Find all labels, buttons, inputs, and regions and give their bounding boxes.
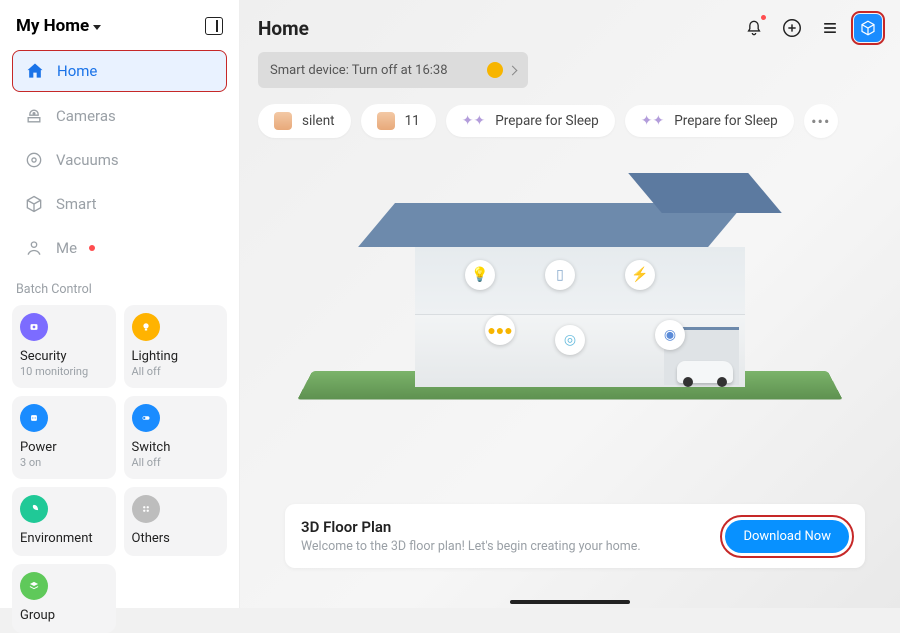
- bell-icon: [744, 18, 764, 38]
- floorplan-3d[interactable]: 💡 ▯ ⚡ ●●● ◎ ◉: [315, 175, 825, 405]
- cube-3d-icon: [859, 19, 877, 37]
- tap-icon: [274, 112, 292, 130]
- floorplan-subtitle: Welcome to the 3D floor plan! Let's begi…: [301, 539, 641, 554]
- page-title: Home: [258, 17, 309, 40]
- batch-card-switch[interactable]: Switch All off: [124, 396, 228, 479]
- nav-label: Me: [56, 239, 77, 257]
- device-car-sensor[interactable]: ◉: [655, 320, 685, 350]
- nav-label: Home: [57, 62, 97, 80]
- download-now-button[interactable]: Download Now: [725, 520, 849, 553]
- batch-title: Others: [132, 531, 220, 546]
- nav-label: Vacuums: [56, 151, 119, 169]
- device-ceiling-light[interactable]: ●●●: [485, 315, 515, 345]
- scene-11[interactable]: 11: [361, 104, 436, 138]
- batch-sub: 10 monitoring: [20, 365, 108, 378]
- nav-item-smart[interactable]: Smart: [12, 184, 227, 224]
- scene-prepare-sleep-1[interactable]: ✦✦ Prepare for Sleep: [446, 105, 615, 137]
- banner-text: Smart device: Turn off at 16:38: [270, 63, 448, 78]
- person-icon: [24, 238, 44, 258]
- device-vacuum[interactable]: ◎: [555, 325, 585, 355]
- list-icon: [820, 18, 840, 38]
- nav-label: Smart: [56, 195, 97, 213]
- nav-item-home[interactable]: Home: [12, 50, 227, 92]
- sidebar-header: My Home: [12, 14, 227, 46]
- scene-silent[interactable]: silent: [258, 104, 351, 138]
- ellipsis-icon: •••: [811, 112, 830, 131]
- batch-sub: All off: [132, 456, 220, 469]
- tap-icon: [377, 112, 395, 130]
- switch-icon: [132, 404, 160, 432]
- nav-item-me[interactable]: Me: [12, 228, 227, 268]
- device-fridge[interactable]: ▯: [545, 260, 575, 290]
- device-lamp[interactable]: 💡: [465, 260, 495, 290]
- notification-dot-icon: [89, 245, 95, 251]
- batch-title: Security: [20, 349, 108, 364]
- smart-device-banner[interactable]: Smart device: Turn off at 16:38: [258, 52, 528, 88]
- scene-label: silent: [302, 113, 335, 129]
- camera-icon: [24, 106, 44, 126]
- home-icon: [25, 61, 45, 81]
- bell-button[interactable]: [740, 14, 768, 42]
- batch-title: Power: [20, 440, 108, 455]
- add-button[interactable]: [778, 14, 806, 42]
- plus-circle-icon: [781, 17, 803, 39]
- home-dropdown[interactable]: My Home: [16, 16, 101, 36]
- batch-card-group[interactable]: Group: [12, 564, 116, 633]
- panel-toggle-button[interactable]: [205, 17, 223, 35]
- batch-title: Lighting: [132, 349, 220, 364]
- main-header: Home: [258, 14, 882, 42]
- nav-item-cameras[interactable]: Cameras: [12, 96, 227, 136]
- batch-card-security[interactable]: Security 10 monitoring: [12, 305, 116, 388]
- home-dropdown-label: My Home: [16, 16, 89, 36]
- leaf-icon: [20, 495, 48, 523]
- sparkle-icon: ✦✦: [462, 113, 485, 129]
- batch-title: Group: [20, 608, 108, 623]
- batch-card-environment[interactable]: Environment: [12, 487, 116, 556]
- batch-control-label: Batch Control: [16, 282, 223, 297]
- batch-grid: Security 10 monitoring Lighting All off …: [12, 305, 227, 633]
- vacuum-icon: [24, 150, 44, 170]
- security-icon: [20, 313, 48, 341]
- nav: Home Cameras Vacuums Smart Me: [12, 50, 227, 272]
- batch-card-others[interactable]: Others: [124, 487, 228, 556]
- caret-down-icon: [93, 25, 101, 30]
- cube-icon: [24, 194, 44, 214]
- scene-label: Prepare for Sleep: [495, 113, 599, 129]
- floorplan-text: 3D Floor Plan Welcome to the 3D floor pl…: [301, 518, 641, 554]
- device-power[interactable]: ⚡: [625, 260, 655, 290]
- batch-title: Environment: [20, 531, 108, 546]
- scene-row: silent 11 ✦✦ Prepare for Sleep ✦✦ Prepar…: [258, 104, 882, 138]
- sidebar: My Home Home Cameras Vacuums: [0, 0, 240, 608]
- chevron-right-icon: [508, 65, 518, 75]
- floorplan-title: 3D Floor Plan: [301, 518, 641, 536]
- list-view-button[interactable]: [816, 14, 844, 42]
- batch-title: Switch: [132, 440, 220, 455]
- main: Home Smart device: Turn off at 16:38: [240, 0, 900, 608]
- scene-label: Prepare for Sleep: [674, 113, 778, 129]
- floorplan-download-card: 3D Floor Plan Welcome to the 3D floor pl…: [285, 504, 865, 568]
- header-actions: [740, 14, 882, 42]
- sun-icon: [487, 62, 503, 78]
- notification-dot-icon: [761, 15, 766, 20]
- scene-prepare-sleep-2[interactable]: ✦✦ Prepare for Sleep: [625, 105, 794, 137]
- layers-icon: [20, 572, 48, 600]
- nav-label: Cameras: [56, 107, 116, 125]
- more-scenes-button[interactable]: •••: [804, 104, 838, 138]
- home-indicator: [510, 600, 630, 604]
- bulb-icon: [132, 313, 160, 341]
- plug-icon: [20, 404, 48, 432]
- scene-label: 11: [405, 113, 420, 129]
- panel-icon: [205, 17, 223, 35]
- batch-sub: 3 on: [20, 456, 108, 469]
- upper-floor: [415, 247, 745, 315]
- car: [677, 361, 733, 383]
- banner-right: [487, 62, 516, 78]
- batch-card-power[interactable]: Power 3 on: [12, 396, 116, 479]
- 3d-view-button[interactable]: [854, 14, 882, 42]
- sparkle-icon: ✦✦: [641, 113, 664, 129]
- nav-item-vacuums[interactable]: Vacuums: [12, 140, 227, 180]
- batch-sub: All off: [132, 365, 220, 378]
- grid-icon: [132, 495, 160, 523]
- batch-card-lighting[interactable]: Lighting All off: [124, 305, 228, 388]
